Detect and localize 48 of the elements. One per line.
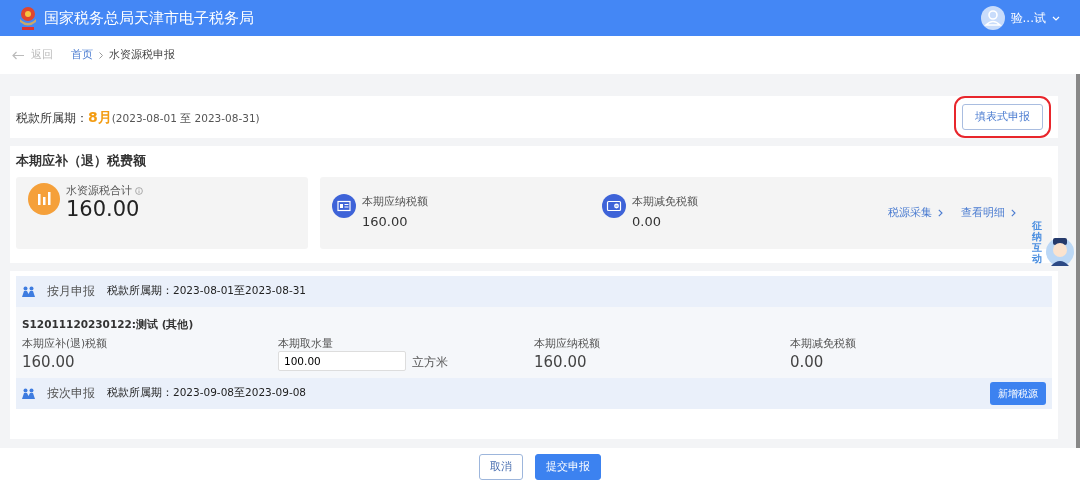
breadcrumb-current: 水资源税申报 (109, 46, 175, 63)
chevron-down-icon[interactable] (1052, 15, 1060, 21)
scrollbar[interactable] (1076, 74, 1080, 448)
breadcrumb-link[interactable]: 首页 (71, 46, 93, 64)
declaration-type: 按月申报 (47, 283, 95, 301)
field-label: 本期应补(退)税额 (22, 335, 109, 351)
declaration-period: 税款所属期：2023-09-08至2023-09-08 (107, 385, 307, 401)
amount-value: 160.00 (362, 213, 409, 232)
chevron-right-icon (99, 51, 103, 59)
field-label: 本期应纳税额 (534, 335, 601, 351)
unit-label: 立方米 (412, 354, 448, 371)
detail-link[interactable]: 查看明细 (961, 204, 1016, 221)
site-title: 国家税务总局天津市电子税务局 (44, 7, 254, 29)
chevron-right-icon[interactable] (938, 208, 943, 217)
period-label: 税款所属期： (16, 109, 88, 127)
submit-button[interactable]: 提交申报 (535, 454, 601, 480)
info-icon[interactable] (135, 186, 143, 195)
amount-value: 0.00 (632, 213, 662, 232)
people-icon (22, 285, 35, 297)
total-label: 水资源税合计 (66, 182, 132, 198)
emblem-icon (18, 5, 38, 31)
document-icon (332, 193, 356, 218)
total-value: 160.00 (66, 198, 141, 220)
declaration-period: 税款所属期：2023-08-01至2023-08-31 (107, 283, 307, 299)
field-label: 本期减免税额 (790, 335, 857, 351)
field-label: 本期取水量 (278, 335, 334, 351)
amount-label: 本期减免税额 (632, 193, 698, 209)
amount-label: 本期应纳税额 (362, 193, 428, 209)
period-range: (2023-08-01 至 2023-08-31) (111, 110, 260, 126)
field-value: 160.00 (534, 352, 588, 374)
source-heading: S12011120230122:测试 (其他) (22, 316, 195, 332)
cancel-button[interactable]: 取消 (479, 454, 523, 480)
user-name[interactable]: 验...试 (1010, 9, 1046, 27)
field-value: 0.00 (790, 352, 825, 374)
back-arrow-icon[interactable] (12, 50, 25, 60)
bar-chart-icon (28, 182, 60, 215)
avatar-icon[interactable] (980, 6, 1005, 30)
people-icon (22, 387, 35, 399)
chevron-right-icon[interactable] (1011, 208, 1016, 217)
field-value: 160.00 (22, 352, 76, 374)
add-source-button[interactable]: 新增税源 (990, 381, 1046, 405)
detail-link[interactable]: 税源采集 (888, 204, 943, 221)
water-volume-field[interactable]: 100.00 (278, 351, 406, 372)
period-month: 8月 (88, 107, 112, 127)
declaration-type: 按次申报 (47, 385, 95, 403)
section-title: 本期应补（退）税费额 (16, 152, 147, 170)
wallet-icon (602, 193, 626, 218)
helper-label[interactable]: 征纳互动 (1032, 220, 1042, 264)
